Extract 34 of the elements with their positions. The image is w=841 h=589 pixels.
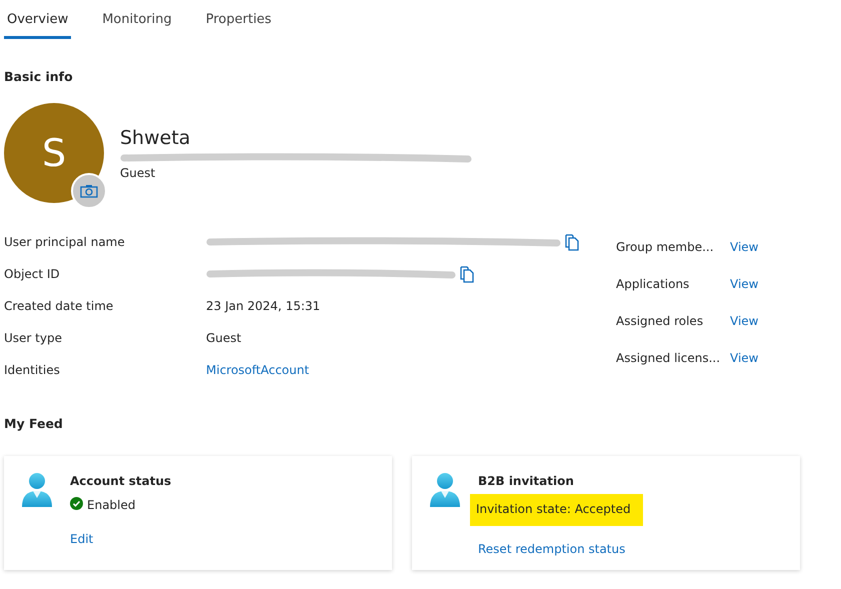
property-label: User principal name (4, 235, 126, 249)
property-value: Guest (206, 331, 242, 345)
user-type: Guest (120, 166, 156, 180)
summary-label: Assigned roles (616, 314, 704, 328)
property-label: Identities (4, 363, 61, 377)
view-link[interactable]: View (730, 314, 758, 328)
card-link[interactable]: Edit (70, 532, 94, 546)
card-title: Account status (70, 473, 172, 490)
property-label: Created date time (4, 299, 114, 313)
status-text: Invitation state: Accepted (476, 502, 631, 516)
card-link[interactable]: Reset redemption status (478, 542, 626, 556)
user-name: Shweta (120, 127, 192, 151)
person-icon (20, 472, 54, 508)
tab[interactable]: Monitoring (99, 12, 175, 39)
view-link[interactable]: View (730, 240, 758, 254)
summary-label: Applications (616, 277, 690, 291)
person-icon (428, 472, 462, 508)
property-label: Object ID (4, 267, 61, 281)
summary-label: Assigned licens... (616, 351, 722, 365)
summary-label: Group membe... (616, 240, 715, 254)
copy-icon[interactable] (565, 234, 579, 250)
view-link[interactable]: View (730, 277, 758, 291)
view-link[interactable]: View (730, 351, 758, 365)
tab[interactable]: Overview (4, 12, 72, 39)
section-heading: My Feed (4, 416, 64, 433)
status-text: Enabled (87, 498, 136, 512)
card-title: B2B invitation (478, 473, 574, 490)
section-heading: Basic info (4, 69, 74, 86)
property-label: User type (4, 331, 63, 345)
property-value: 23 Jan 2024, 15:31 (206, 299, 320, 313)
identity-link[interactable]: MicrosoftAccount (206, 363, 310, 377)
tab[interactable]: Properties (202, 12, 274, 39)
avatar-initial: S (42, 131, 66, 175)
copy-icon[interactable] (460, 266, 474, 282)
